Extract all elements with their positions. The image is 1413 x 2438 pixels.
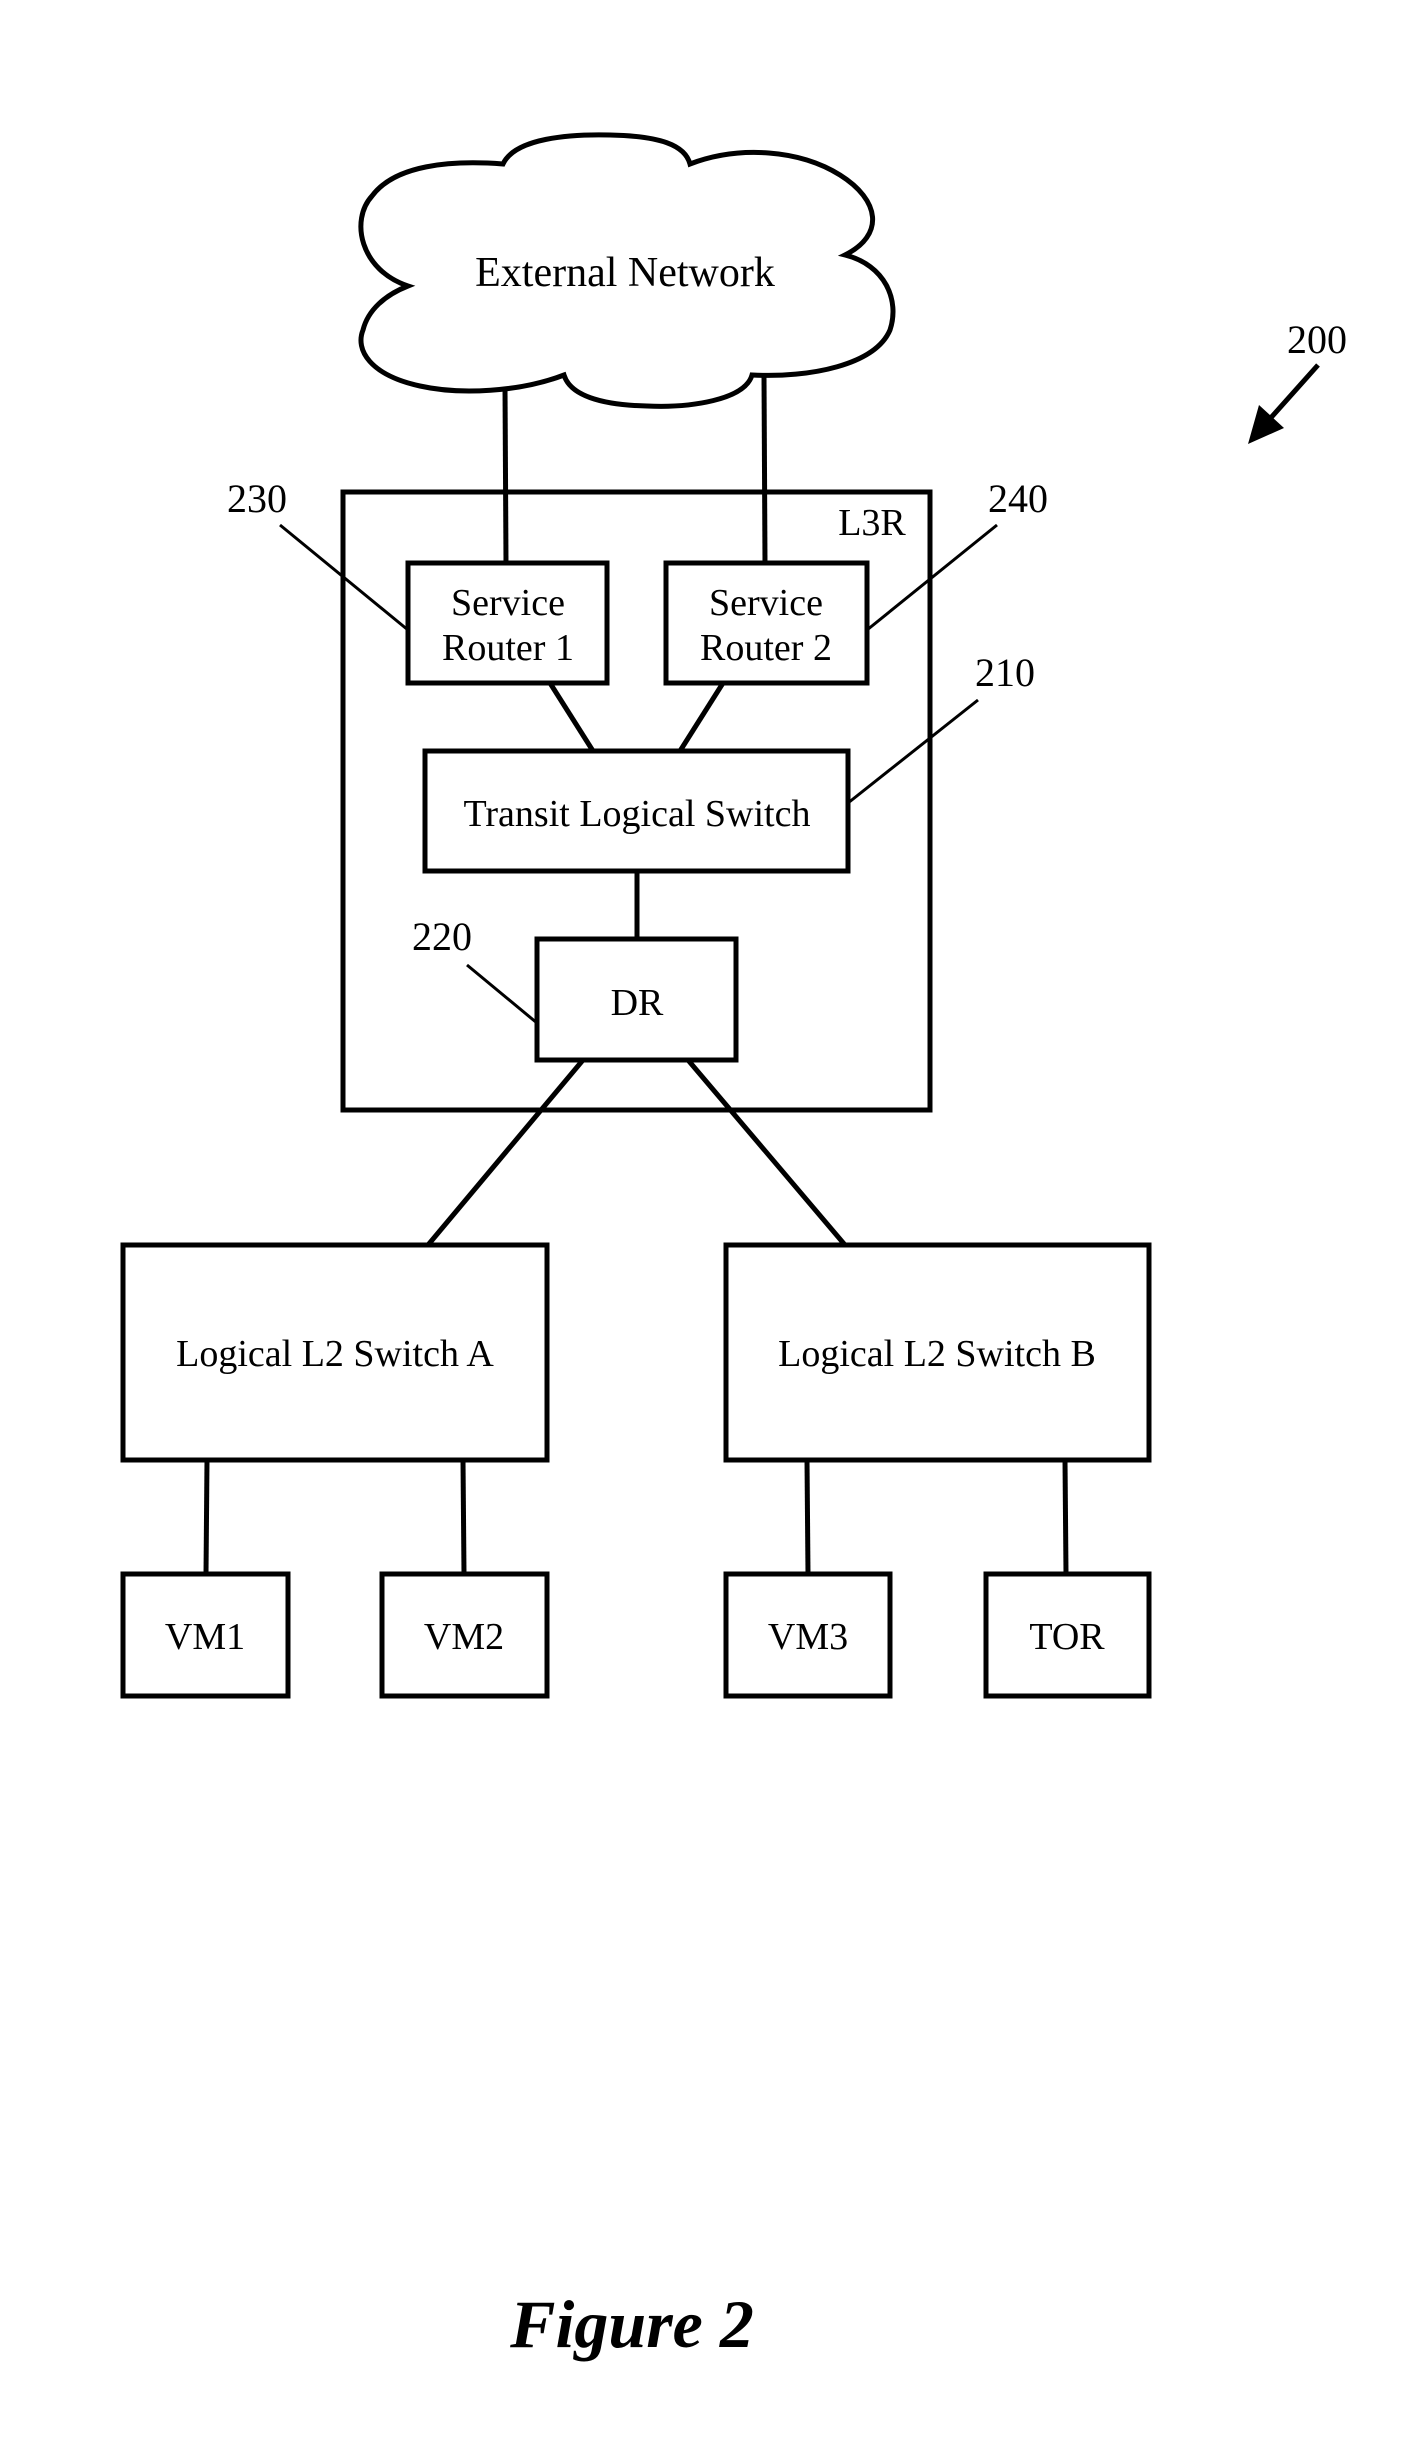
link-switch-a-vm2 [460, 1459, 467, 1575]
ref-200: 200 [1287, 317, 1347, 362]
figure-caption: Figure 2 [509, 2286, 754, 2362]
ref-210: 210 [975, 650, 1035, 695]
transit-logical-switch-label: Transit Logical Switch [464, 793, 811, 835]
service-router-1-line2: Router 1 [442, 627, 574, 669]
distributed-router-label: DR [611, 982, 664, 1024]
logical-l2-switch-b-label: Logical L2 Switch B [778, 1333, 1096, 1375]
ref-230: 230 [227, 476, 287, 521]
link-switch-b-vm3 [804, 1459, 811, 1575]
service-router-1: Service Router 1 [405, 560, 610, 686]
leader-210 [847, 698, 979, 805]
leader-220 [466, 963, 538, 1025]
ref-240: 240 [988, 476, 1048, 521]
distributed-router: DR [534, 936, 739, 1063]
logical-l2-switch-a-label: Logical L2 Switch A [176, 1333, 494, 1375]
service-router-2-line2: Router 2 [700, 627, 832, 669]
external-network-label: External Network [475, 250, 775, 296]
l3r-label: L3R [838, 502, 906, 544]
logical-l2-switch-b: Logical L2 Switch B [723, 1242, 1152, 1463]
link-cloud-sr1 [502, 386, 509, 564]
link-sr1-tls [547, 681, 596, 753]
logical-l2-switch-a: Logical L2 Switch A [120, 1242, 550, 1463]
endpoint-vm1: VM1 [120, 1571, 291, 1699]
endpoint-vm2: VM2 [379, 1571, 550, 1699]
link-dr-switch-b [686, 1058, 847, 1247]
transit-logical-switch: Transit Logical Switch [422, 748, 851, 874]
link-sr2-tls [677, 681, 726, 753]
endpoint-tor: TOR [983, 1571, 1152, 1699]
endpoint-vm3: VM3 [723, 1571, 893, 1699]
service-router-2-line1: Service [709, 582, 823, 624]
endpoint-vm1-label: VM1 [165, 1616, 245, 1658]
endpoint-vm2-label: VM2 [424, 1616, 504, 1658]
service-router-2: Service Router 2 [663, 560, 870, 686]
ref-220: 220 [412, 914, 472, 959]
network-diagram: External Network L3R Service Router 1 Se… [120, 132, 1347, 2362]
service-router-1-line1: Service [451, 582, 565, 624]
link-dr-switch-a [426, 1058, 585, 1247]
link-switch-b-tor [1062, 1459, 1069, 1575]
arrow-icon [1248, 363, 1320, 444]
endpoint-tor-label: TOR [1029, 1616, 1105, 1658]
endpoint-vm3-label: VM3 [768, 1616, 848, 1658]
link-switch-a-vm1 [203, 1459, 210, 1575]
link-cloud-sr2 [761, 375, 768, 564]
